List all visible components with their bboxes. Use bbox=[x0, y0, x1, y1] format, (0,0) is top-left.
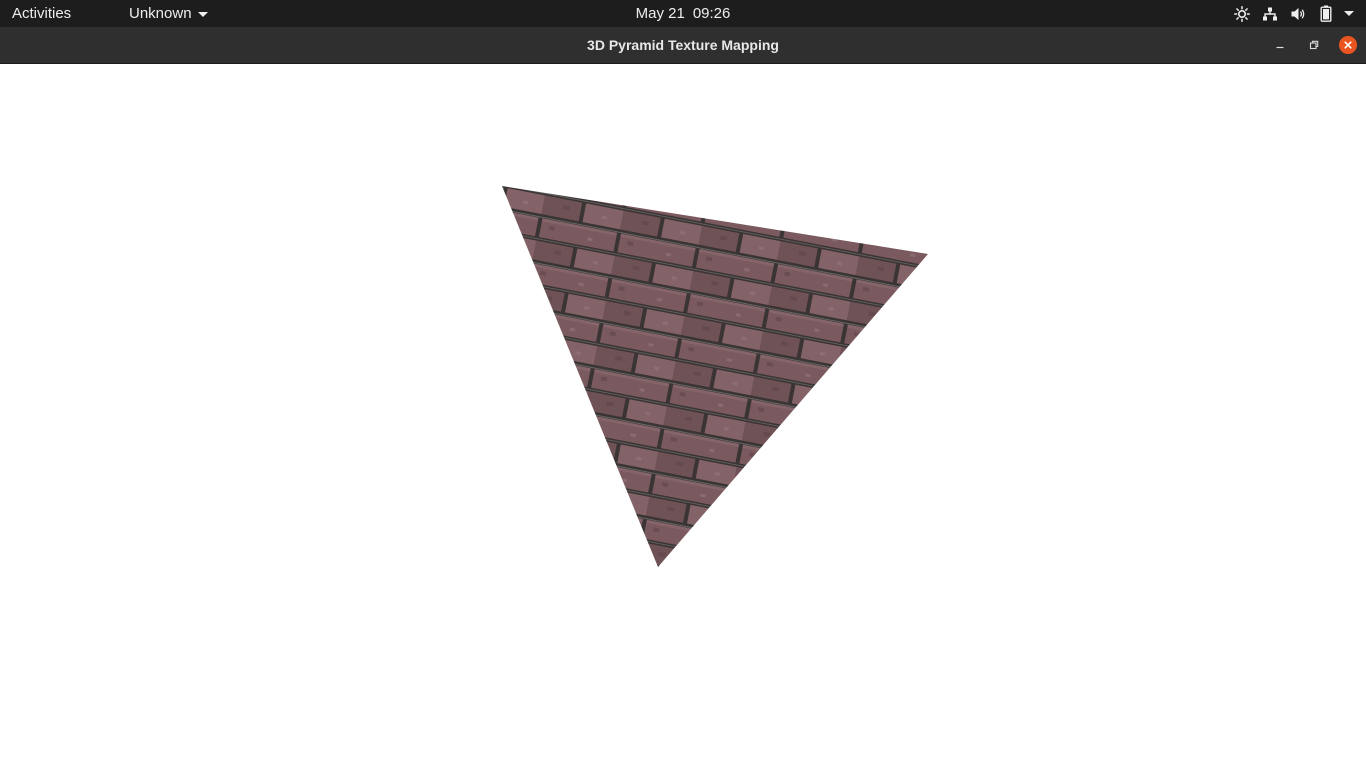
pyramid-face bbox=[502, 186, 928, 567]
activities-button[interactable]: Activities bbox=[12, 0, 71, 27]
network-icon bbox=[1256, 0, 1284, 27]
scene-svg bbox=[502, 186, 928, 567]
window-title-bar[interactable]: 3D Pyramid Texture Mapping bbox=[0, 27, 1366, 64]
system-menu-caret-icon bbox=[1344, 11, 1354, 16]
window-title: 3D Pyramid Texture Mapping bbox=[587, 37, 779, 53]
app-menu-label: Unknown bbox=[129, 5, 192, 22]
brightness-icon bbox=[1228, 0, 1256, 27]
volume-icon bbox=[1284, 0, 1312, 27]
minimize-button[interactable] bbox=[1271, 36, 1289, 54]
top-bar: Activities Unknown May 21 09:26 bbox=[0, 0, 1366, 27]
battery-icon bbox=[1312, 0, 1340, 27]
clock-date: May 21 bbox=[635, 5, 685, 22]
minimize-icon bbox=[1276, 46, 1284, 49]
close-icon bbox=[1344, 41, 1352, 49]
chevron-down-icon bbox=[197, 11, 208, 17]
maximize-button[interactable] bbox=[1305, 36, 1323, 54]
system-status-menu[interactable] bbox=[1228, 0, 1354, 27]
maximize-icon bbox=[1309, 40, 1319, 50]
clock-time: 09:26 bbox=[692, 5, 731, 22]
close-button[interactable] bbox=[1339, 36, 1357, 54]
app-menu-button[interactable]: Unknown bbox=[129, 0, 208, 27]
render-canvas[interactable] bbox=[0, 64, 1366, 768]
